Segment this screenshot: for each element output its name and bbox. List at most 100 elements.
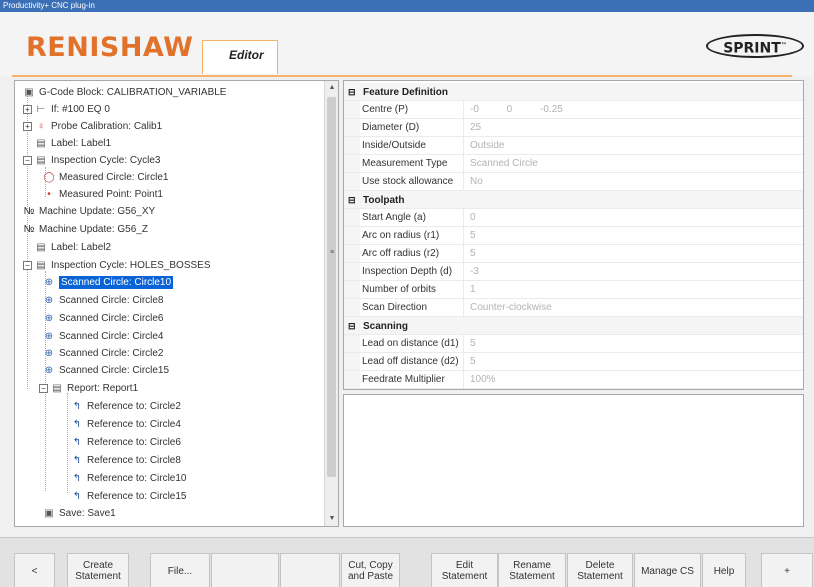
property-row[interactable]: Feedrate Multiplier 100% — [344, 371, 803, 389]
property-name: Lead off distance (d2) — [360, 353, 464, 371]
tree-item[interactable]: ▣ G-Code Block: CALIBRATION_VARIABLE — [23, 84, 226, 101]
tree-item[interactable]: − ▤ Inspection Cycle: Cycle3 — [23, 152, 161, 169]
tree-item-label: Measured Point: Point1 — [59, 189, 163, 200]
property-row[interactable]: Lead on distance (d1) 5 — [344, 335, 803, 353]
toolbar-button[interactable]: File... — [150, 553, 210, 587]
property-value[interactable]: No — [470, 173, 483, 191]
property-value[interactable]: Outside — [470, 137, 504, 155]
property-row[interactable]: Lead off distance (d2) 5 — [344, 353, 803, 371]
property-value[interactable]: 100% — [470, 371, 496, 389]
tree-item-label: Reference to: Circle4 — [87, 419, 181, 430]
toolbar-button[interactable]: + — [761, 553, 813, 587]
property-value[interactable]: Scanned Circle — [470, 155, 538, 173]
property-row[interactable]: Centre (P) -0 0 -0.25 — [344, 101, 803, 119]
property-grid[interactable]: ⊟ Feature Definition Centre (P) -0 0 -0.25 D… — [343, 80, 804, 390]
tree-item[interactable]: ◯ Measured Circle: Circle1 — [43, 169, 168, 186]
property-value[interactable]: -3 — [470, 263, 479, 281]
property-section-header[interactable]: ⊟ Feature Definition — [344, 83, 803, 101]
tree-item[interactable]: • Measured Point: Point1 — [43, 186, 163, 203]
property-value[interactable]: 0 — [470, 209, 476, 227]
property-row[interactable]: Measurement Type Scanned Circle — [344, 155, 803, 173]
tree-item[interactable]: ▤ Label: Label1 — [35, 135, 111, 152]
probe-icon: ♀ — [37, 121, 45, 132]
tree-item[interactable]: ↰ Reference to: Circle6 — [71, 434, 181, 451]
property-row[interactable]: Diameter (D) 25 — [344, 119, 803, 137]
tree-item[interactable]: ⊕ Scanned Circle: Circle6 — [43, 310, 164, 327]
toolbar-button[interactable]: Manage CS — [634, 553, 701, 587]
tree-item[interactable]: № Machine Update: G56_XY — [23, 203, 156, 220]
tree-item[interactable]: ↰ Reference to: Circle2 — [71, 398, 181, 415]
expand-toggle-icon[interactable]: + — [23, 121, 32, 131]
scroll-up-arrow-icon[interactable]: ▲ — [326, 81, 338, 95]
toolbar-button[interactable] — [211, 553, 279, 587]
collapse-icon[interactable]: ⊟ — [348, 317, 357, 335]
expand-toggle-icon[interactable]: − — [23, 155, 32, 165]
expand-toggle-icon[interactable]: − — [39, 383, 48, 393]
property-section-header[interactable]: ⊟ Toolpath — [344, 191, 803, 209]
collapse-icon[interactable]: ⊟ — [348, 83, 357, 101]
tree-item[interactable]: ⊕ Scanned Circle: Circle4 — [43, 328, 164, 345]
tree-item-label: Scanned Circle: Circle15 — [59, 365, 170, 376]
tree-item[interactable]: ↰ Reference to: Circle10 — [71, 470, 187, 487]
tree-item[interactable]: ▣ Save: Save1 — [43, 505, 115, 522]
renishaw-logo: RENISHAW — [26, 32, 194, 63]
tab-editor[interactable]: Editor — [202, 40, 278, 74]
tree-item-label: Scanned Circle: Circle10 — [59, 276, 174, 289]
tree-item[interactable]: ▤ Label: Label2 — [35, 239, 111, 256]
property-value[interactable]: 5 — [470, 227, 476, 245]
scroll-thumb[interactable] — [327, 97, 336, 477]
property-row[interactable]: Number of orbits 1 — [344, 281, 803, 299]
collapse-icon[interactable]: ⊟ — [348, 191, 357, 209]
toolbar-button[interactable]: Rename Statement — [498, 553, 566, 587]
property-section-title: Feature Definition — [363, 87, 449, 98]
program-tree[interactable]: ▣ G-Code Block: CALIBRATION_VARIABLE + ⊢ If:… — [14, 80, 339, 527]
tree-item[interactable]: ⊕ Scanned Circle: Circle10 — [43, 274, 174, 291]
property-value[interactable]: Counter-clockwise — [470, 299, 552, 317]
tree-item[interactable]: ↰ Reference to: Circle15 — [71, 488, 187, 505]
tree-scrollbar[interactable]: ▲ ≡ ▼ — [324, 81, 338, 526]
reference-icon: ↰ — [72, 455, 82, 466]
property-value[interactable]: 25 — [470, 119, 481, 137]
tree-item[interactable]: ↰ Reference to: Circle8 — [71, 452, 181, 469]
scanned-circle-icon: ⊕ — [44, 313, 54, 324]
toolbar-button[interactable]: Cut, Copy and Paste — [341, 553, 400, 587]
property-name: Inspection Depth (d) — [360, 263, 464, 281]
tree-item[interactable]: + ♀ Probe Calibration: Calib1 — [23, 118, 162, 135]
property-row[interactable]: Start Angle (a) 0 — [344, 209, 803, 227]
property-row[interactable]: Inside/Outside Outside — [344, 137, 803, 155]
property-row[interactable]: Arc on radius (r1) 5 — [344, 227, 803, 245]
app-header: RENISHAW Editor SPRINT™ — [0, 12, 814, 77]
tree-item[interactable]: ⊕ Scanned Circle: Circle8 — [43, 292, 164, 309]
property-value[interactable]: 5 — [470, 245, 476, 263]
toolbar-button[interactable] — [280, 553, 340, 587]
tree-item[interactable]: ⊕ Scanned Circle: Circle15 — [43, 362, 169, 379]
tree-item-label: Label: Label1 — [51, 138, 112, 149]
property-row[interactable]: Arc off radius (r2) 5 — [344, 245, 803, 263]
toolbar-button[interactable]: Delete Statement — [567, 553, 633, 587]
property-row[interactable]: Inspection Depth (d) -3 — [344, 263, 803, 281]
if-icon: ⊢ — [36, 104, 46, 115]
tree-item[interactable]: № Machine Update: G56_Z — [23, 221, 148, 238]
property-value[interactable]: 5 — [470, 335, 476, 353]
toolbar-button[interactable]: Create Statement — [67, 553, 129, 587]
tree-item[interactable]: ↰ Reference to: Circle4 — [71, 416, 181, 433]
expand-toggle-icon[interactable]: + — [23, 104, 32, 114]
property-section-header[interactable]: ⊟ Scanning — [344, 317, 803, 335]
scroll-down-arrow-icon[interactable]: ▼ — [326, 512, 338, 526]
reference-icon: ↰ — [72, 437, 82, 448]
tree-item[interactable]: − ▤ Inspection Cycle: HOLES_BOSSES — [23, 257, 211, 274]
property-name: Number of orbits — [360, 281, 464, 299]
toolbar-button[interactable]: Edit Statement — [431, 553, 498, 587]
property-row[interactable]: Scan Direction Counter-clockwise — [344, 299, 803, 317]
toolbar-button[interactable]: Help — [702, 553, 746, 587]
property-row[interactable]: Use stock allowance No — [344, 173, 803, 191]
tree-item[interactable]: − ▤ Report: Report1 — [39, 380, 138, 397]
property-value[interactable]: 5 — [470, 353, 476, 371]
property-value[interactable]: -0 0 -0.25 — [470, 101, 563, 119]
tree-item[interactable]: + ⊢ If: #100 EQ 0 — [23, 101, 110, 118]
property-value[interactable]: 1 — [470, 281, 476, 299]
tree-item-label: Reference to: Circle15 — [87, 491, 187, 502]
toolbar-button[interactable]: < — [14, 553, 55, 587]
expand-toggle-icon[interactable]: − — [23, 260, 32, 270]
tree-item[interactable]: ⊕ Scanned Circle: Circle2 — [43, 345, 164, 362]
